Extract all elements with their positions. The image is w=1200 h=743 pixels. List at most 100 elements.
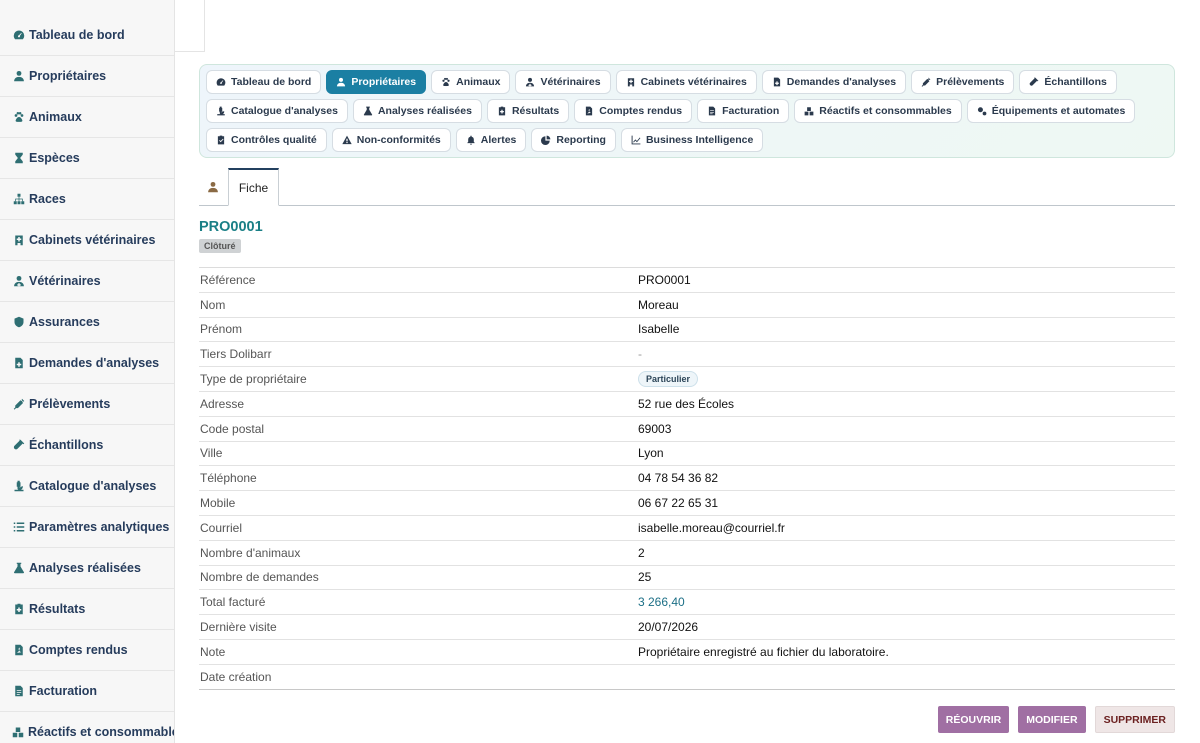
tab-label: Catalogue d'analyses	[231, 105, 338, 117]
syringe-icon	[12, 398, 25, 411]
sidebar-item[interactable]: Tableau de bord	[0, 0, 174, 56]
vial-icon	[12, 439, 25, 452]
tab-label: Analyses réalisées	[377, 105, 472, 117]
tab-label: Cabinets vétérinaires	[640, 76, 747, 88]
sidebar-item-label: Cabinets vétérinaires	[29, 233, 156, 247]
flask-icon	[12, 562, 25, 575]
sidebar-item-label: Prélèvements	[29, 397, 111, 411]
field-label: Date création	[200, 669, 272, 684]
tab[interactable]: Tableau de bord	[206, 70, 322, 94]
field-label: Total facturé	[200, 595, 266, 610]
sidebar-item[interactable]: Vétérinaires	[0, 261, 174, 302]
sidebar-item[interactable]: Animaux	[0, 97, 174, 138]
sidebar-item[interactable]: Races	[0, 179, 174, 220]
tab-label: Résultats	[511, 105, 560, 117]
hourglass-icon	[12, 152, 25, 165]
microscope-icon	[12, 480, 25, 493]
field-label: Téléphone	[200, 471, 257, 486]
tab[interactable]: Contrôles qualité	[206, 128, 327, 152]
sidebar-item[interactable]: Résultats	[0, 589, 174, 630]
reopen-button[interactable]: RÉOUVRIR	[937, 706, 1010, 733]
sidebar-item[interactable]: Catalogue d'analyses	[0, 466, 174, 507]
field-row: Nombre de demandes 25	[199, 566, 1175, 591]
record-subtabs: Fiche	[199, 168, 1175, 206]
sidebar-item-label: Propriétaires	[29, 69, 107, 83]
sidebar-item[interactable]: Assurances	[0, 302, 174, 343]
tab-fiche[interactable]: Fiche	[228, 168, 279, 206]
field-value: Lyon	[638, 446, 664, 461]
record-title: PRO0001	[199, 219, 263, 235]
tab[interactable]: Propriétaires	[326, 70, 427, 94]
doctor-icon	[12, 275, 25, 288]
field-label: Nombre de demandes	[200, 570, 319, 585]
field-label: Note	[200, 644, 226, 659]
tab-label: Business Intelligence	[645, 134, 754, 146]
sidebar-item[interactable]: Comptes rendus	[0, 630, 174, 671]
tab[interactable]: Animaux	[431, 70, 511, 94]
tab[interactable]: Facturation	[697, 99, 790, 123]
field-value: Propriétaire enregistré au fichier du la…	[638, 644, 889, 659]
file-pdf-icon	[12, 644, 25, 657]
field-row: Date création	[199, 665, 1175, 690]
sidebar-item[interactable]: Facturation	[0, 671, 174, 712]
sidebar-item[interactable]: Prélèvements	[0, 384, 174, 425]
field-value: Isabelle	[638, 322, 680, 337]
field-label: Dernière visite	[200, 620, 277, 635]
vial-icon	[1029, 77, 1039, 87]
status-badge: Clôturé	[199, 239, 241, 253]
module-tabbar: Tableau de bord Propriétaires Animaux Vétér…	[199, 64, 1175, 158]
tab[interactable]: Demandes d'analyses	[761, 70, 907, 94]
field-value[interactable]: 3 266,40	[638, 595, 685, 609]
field-value: 2	[638, 545, 645, 560]
sidebar-item-label: Tableau de bord	[29, 27, 125, 42]
gauge-icon	[216, 77, 226, 87]
sidebar-item[interactable]: Analyses réalisées	[0, 548, 174, 589]
hospital-icon	[626, 77, 636, 87]
tab[interactable]: Analyses réalisées	[352, 99, 482, 123]
user-icon	[12, 70, 25, 83]
sidebar-item[interactable]: Propriétaires	[0, 56, 174, 97]
tab[interactable]: Business Intelligence	[620, 128, 764, 152]
tab[interactable]: Échantillons	[1019, 70, 1117, 94]
clipboard-check-icon	[216, 135, 226, 145]
tab[interactable]: Non-conformités	[331, 128, 451, 152]
delete-button[interactable]: SUPPRIMER	[1094, 706, 1175, 733]
tab[interactable]: Catalogue d'analyses	[206, 99, 348, 123]
sitemap-icon	[12, 193, 25, 206]
modify-button[interactable]: MODIFIER	[1018, 706, 1086, 733]
field-row: Nombre d'animaux 2	[199, 541, 1175, 566]
sidebar-item[interactable]: Cabinets vétérinaires	[0, 220, 174, 261]
sidebar-item-label: Facturation	[29, 684, 98, 698]
tab-label: Propriétaires	[351, 76, 417, 88]
sidebar-item-label: Résultats	[29, 602, 86, 616]
field-label: Référence	[200, 272, 256, 287]
field-row: Téléphone 04 78 54 36 82	[199, 466, 1175, 492]
tab[interactable]: Cabinets vétérinaires	[615, 70, 757, 94]
tab-label: Prélèvements	[936, 76, 1005, 88]
sidebar-item[interactable]: Réactifs et consommables	[0, 712, 174, 743]
tab[interactable]: Alertes	[455, 128, 527, 152]
tab[interactable]: Vétérinaires	[515, 70, 611, 94]
field-row: Note Propriétaire enregistré au fichier d…	[199, 640, 1175, 665]
field-label: Code postal	[200, 421, 265, 436]
user-icon	[336, 77, 346, 87]
flask-icon	[363, 106, 373, 116]
tab[interactable]: Prélèvements	[911, 70, 1015, 94]
tab[interactable]: Résultats	[486, 99, 570, 123]
tab[interactable]: Équipements et automates	[966, 99, 1136, 123]
tab[interactable]: Réactifs et consommables	[794, 99, 962, 123]
field-row: Prénom Isabelle	[199, 318, 1175, 343]
field-label: Courriel	[200, 520, 243, 535]
field-value: 52 rue des Écoles	[638, 396, 735, 411]
tab[interactable]: Comptes rendus	[574, 99, 693, 123]
tab[interactable]: Reporting	[531, 128, 616, 152]
field-label: Ville	[200, 446, 223, 461]
sidebar-item[interactable]: Échantillons	[0, 425, 174, 466]
field-label: Tiers Dolibarr	[200, 347, 272, 362]
sidebar-item-label: Paramètres analytiques	[29, 520, 170, 534]
sidebar-item-label: Échantillons	[29, 438, 104, 452]
sidebar-item[interactable]: Demandes d'analyses	[0, 343, 174, 384]
sidebar-item[interactable]: Paramètres analytiques	[0, 507, 174, 548]
sidebar-item[interactable]: Espèces	[0, 138, 174, 179]
boxes-icon	[12, 726, 24, 739]
